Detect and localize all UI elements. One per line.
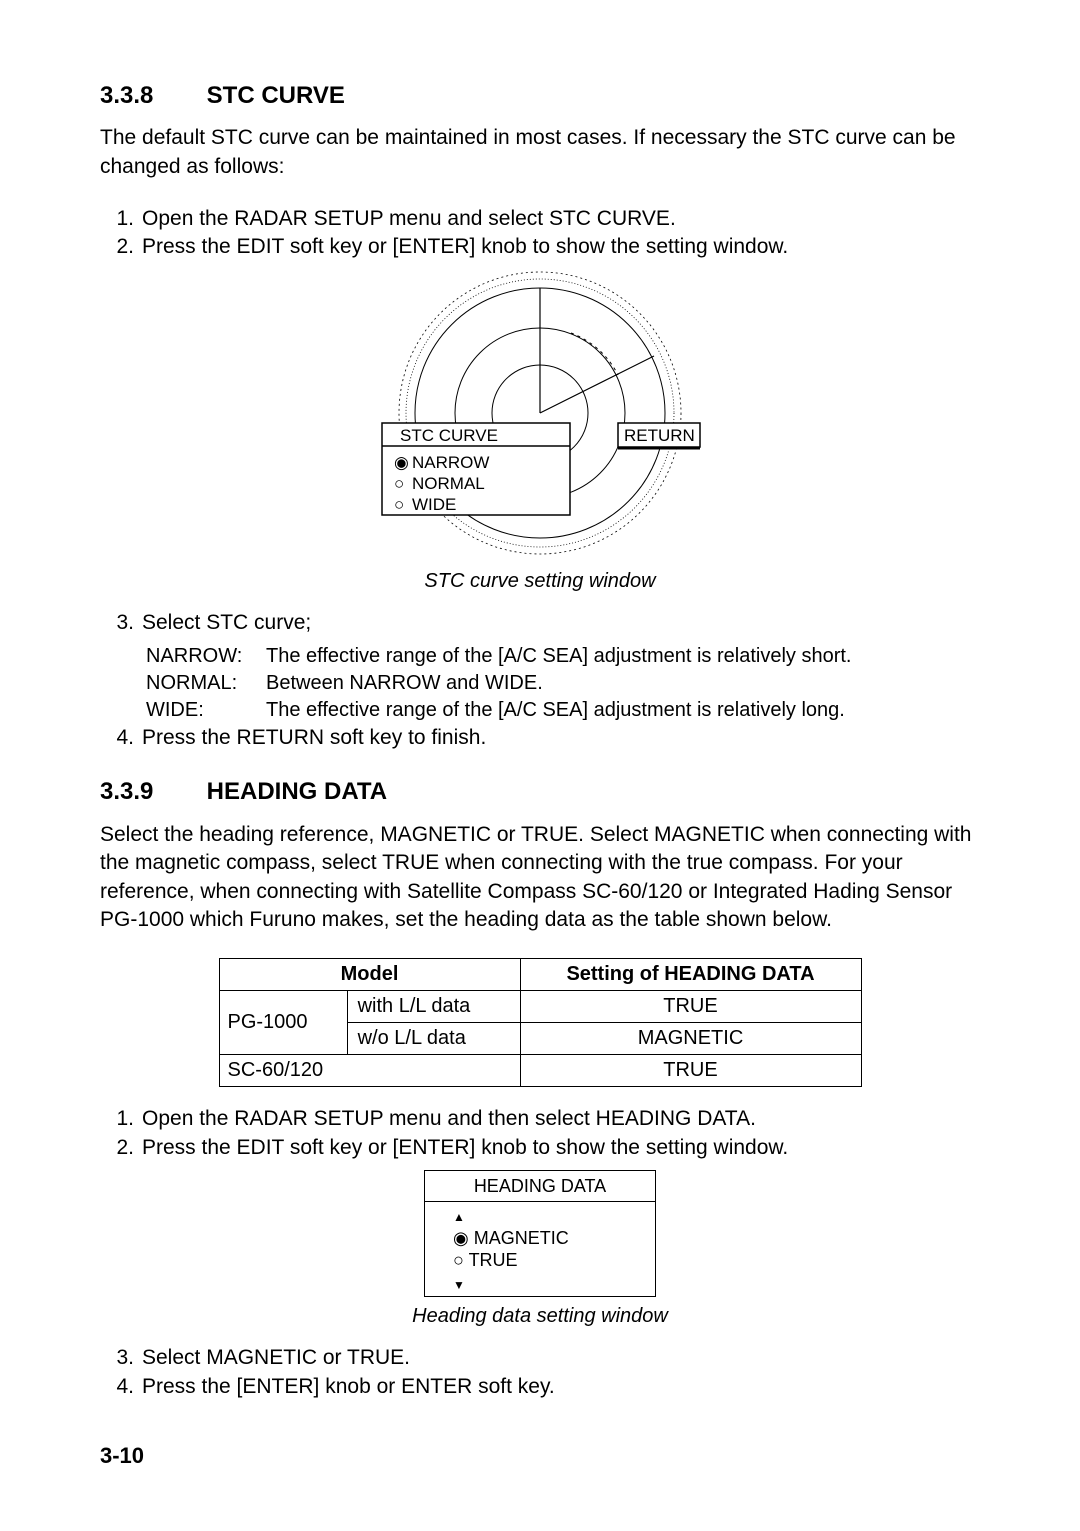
- svg-text:○: ○: [394, 495, 404, 514]
- triangle-up-icon: [453, 1204, 639, 1227]
- stc-option-wide: WIDE: [412, 495, 456, 514]
- table-cell: PG-1000: [219, 991, 347, 1055]
- stc-window-title: STC CURVE: [400, 426, 498, 445]
- def-narrow-label: NARROW:: [146, 643, 266, 670]
- stc-figure-caption: STC curve setting window: [100, 568, 980, 595]
- list-number: 2.: [100, 1134, 142, 1162]
- heading-intro-text: Select the heading reference, MAGNETIC o…: [100, 821, 980, 934]
- table-cell: TRUE: [520, 991, 861, 1023]
- list-number: 3.: [100, 1344, 142, 1372]
- table-header-setting: Setting of HEADING DATA: [520, 959, 861, 991]
- section-title: HEADING DATA: [207, 778, 387, 805]
- table-header-model: Model: [219, 959, 520, 991]
- stc-step-3: Select STC curve;: [142, 609, 980, 637]
- svg-text:○: ○: [394, 474, 404, 493]
- hd-step-3: Select MAGNETIC or TRUE.: [142, 1344, 980, 1372]
- list-number: 1.: [100, 1105, 142, 1133]
- stc-option-normal: NORMAL: [412, 474, 485, 493]
- stc-step-4: Press the RETURN soft key to finish.: [142, 724, 980, 752]
- def-narrow-text: The effective range of the [A/C SEA] adj…: [266, 643, 851, 670]
- stc-option-narrow: NARROW: [412, 453, 489, 472]
- stc-step-1: Open the RADAR SETUP menu and select STC…: [142, 205, 980, 233]
- table-cell: with L/L data: [347, 991, 520, 1023]
- def-wide-label: WIDE:: [146, 697, 266, 724]
- heading-data-table: Model Setting of HEADING DATA PG-1000 wi…: [219, 958, 862, 1087]
- option-magnetic: MAGNETIC: [474, 1228, 569, 1248]
- radio-unselected-icon: [453, 1250, 469, 1270]
- section-number: 3.3.9: [100, 776, 200, 808]
- hd-step-1: Open the RADAR SETUP menu and then selec…: [142, 1105, 980, 1133]
- triangle-down-icon: [453, 1272, 639, 1295]
- section-heading-heading-data: 3.3.9 HEADING DATA: [100, 776, 980, 808]
- list-number: 1.: [100, 205, 142, 233]
- stc-curve-figure: STC CURVE ◉ NARROW ○ NORMAL ○ WIDE RETUR…: [350, 268, 730, 558]
- hd-step-2: Press the EDIT soft key or [ENTER] knob …: [142, 1134, 980, 1162]
- list-number: 4.: [100, 724, 142, 752]
- stc-intro-text: The default STC curve can be maintained …: [100, 124, 980, 181]
- heading-figure-caption: Heading data setting window: [100, 1303, 980, 1330]
- heading-data-window: HEADING DATA MAGNETIC TRUE: [424, 1170, 656, 1297]
- section-title: STC CURVE: [207, 82, 345, 109]
- def-normal-text: Between NARROW and WIDE.: [266, 670, 543, 697]
- page-number: 3-10: [100, 1441, 980, 1471]
- section-heading-stc-curve: 3.3.8 STC CURVE: [100, 80, 980, 112]
- return-softkey: RETURN: [624, 426, 695, 445]
- table-cell: w/o L/L data: [347, 1023, 520, 1055]
- table-cell: MAGNETIC: [520, 1023, 861, 1055]
- radio-selected-icon: [453, 1228, 474, 1248]
- option-true: TRUE: [469, 1250, 518, 1270]
- list-number: 2.: [100, 233, 142, 261]
- svg-text:◉: ◉: [394, 453, 409, 472]
- table-cell: SC-60/120: [219, 1055, 520, 1087]
- list-number: 4.: [100, 1373, 142, 1401]
- def-wide-text: The effective range of the [A/C SEA] adj…: [266, 697, 845, 724]
- heading-window-title: HEADING DATA: [425, 1171, 655, 1202]
- stc-step-2: Press the EDIT soft key or [ENTER] knob …: [142, 233, 980, 261]
- table-cell: TRUE: [520, 1055, 861, 1087]
- def-normal-label: NORMAL:: [146, 670, 266, 697]
- hd-step-4: Press the [ENTER] knob or ENTER soft key…: [142, 1373, 980, 1401]
- section-number: 3.3.8: [100, 80, 200, 112]
- list-number: 3.: [100, 609, 142, 637]
